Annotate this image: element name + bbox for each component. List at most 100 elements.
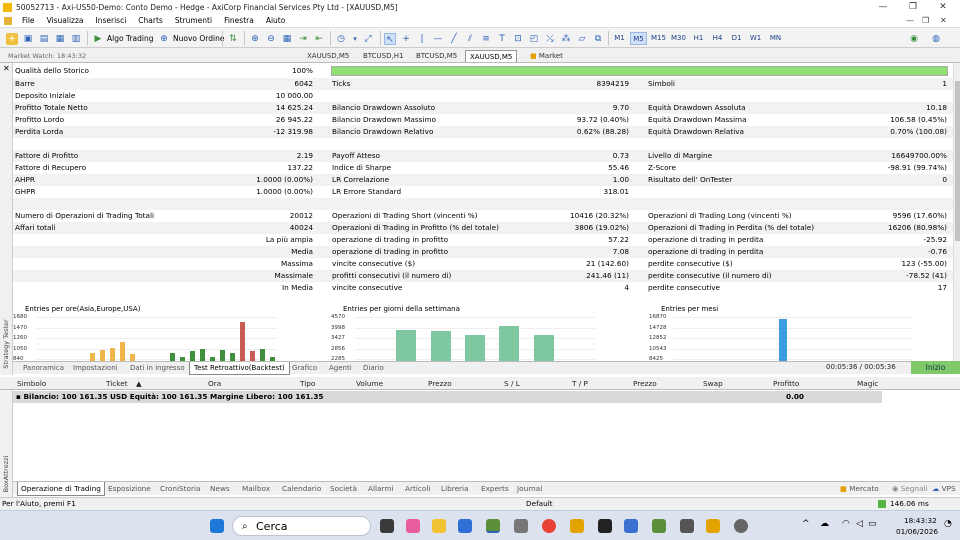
cloud-icon[interactable]: ☁ — [820, 519, 829, 529]
timeframe-h1[interactable]: H1 — [690, 32, 707, 45]
tab-mailbox[interactable]: Mailbox — [239, 482, 273, 496]
calculator-icon[interactable] — [514, 519, 528, 533]
label-icon[interactable]: ⊡ — [512, 31, 524, 46]
settings-gear-icon[interactable] — [734, 519, 748, 533]
metatrader4-icon[interactable] — [706, 519, 720, 533]
indicators-icon[interactable]: ⁂ — [560, 31, 572, 46]
algo-trading-button[interactable]: ▶ Algo Trading — [92, 31, 154, 46]
zoom-in-icon[interactable]: ⊕ — [249, 31, 261, 46]
fibonacci-icon[interactable]: ≡ — [480, 31, 492, 46]
chevron-up-icon[interactable]: ^ — [802, 519, 810, 529]
cursor-icon[interactable]: ↖ — [384, 31, 396, 46]
shapes-icon[interactable]: ◰ — [528, 31, 540, 46]
tab-overview[interactable]: Panoramica — [19, 362, 68, 375]
col-sl[interactable]: S / L — [504, 377, 520, 390]
menu-tools[interactable]: Strumenti — [169, 15, 218, 27]
navigator-icon[interactable]: ▦ — [54, 31, 66, 46]
volume-icon[interactable]: ◁ — [856, 519, 863, 529]
channel-icon[interactable]: ⫽ — [464, 31, 476, 46]
vps-link[interactable]: ☁ VPS — [929, 482, 959, 496]
close-tester-icon[interactable]: ✕ — [3, 64, 10, 73]
chart-tab-market[interactable]: ■ Market — [526, 50, 567, 62]
col-price[interactable]: Prezzo — [428, 377, 452, 390]
chart-tab-xauusd-m5-active[interactable]: XAUUSD,M5 — [465, 50, 518, 62]
tab-calendar[interactable]: Calendario — [279, 482, 324, 496]
timeframe-d1[interactable]: D1 — [728, 32, 745, 45]
col-type[interactable]: Tipo — [300, 377, 315, 390]
chart-tab-xauusd-m5[interactable]: XAUUSD,M5 — [303, 50, 353, 62]
clock-date[interactable]: 01/06/2026 — [896, 527, 938, 536]
menu-file[interactable]: File — [16, 15, 41, 27]
timeframe-m1[interactable]: M1 — [611, 32, 628, 45]
maximize-icon[interactable]: ❐ — [900, 0, 926, 15]
tab-inputs[interactable]: Dati in ingresso — [126, 362, 189, 375]
tab-news[interactable]: News — [207, 482, 233, 496]
edge-icon[interactable] — [458, 519, 472, 533]
clock-time[interactable]: 18:43:32 — [904, 516, 937, 525]
timeframe-m5[interactable]: M5 — [630, 32, 647, 45]
copilot-icon[interactable] — [406, 519, 420, 533]
templates-icon[interactable]: ▱ — [576, 31, 588, 46]
tab-alerts[interactable]: Allarmi — [365, 482, 397, 496]
tile-windows-icon[interactable]: ▦ — [281, 31, 293, 46]
fullscreen-icon[interactable]: ⤢ — [362, 31, 374, 46]
metatrader2-icon[interactable] — [570, 519, 584, 533]
timeframe-m30[interactable]: M30 — [670, 32, 687, 45]
tab-history[interactable]: CroniStoria — [157, 482, 204, 496]
chevron-down-icon[interactable]: ▾ — [349, 31, 361, 46]
text-icon[interactable]: T — [496, 31, 508, 46]
report-scrollbar-thumb[interactable] — [955, 81, 960, 241]
timeframe-mn[interactable]: MN — [767, 32, 784, 45]
start-button[interactable]: Inizio — [911, 361, 960, 374]
profiles-icon[interactable]: ▣ — [22, 31, 34, 46]
zoom-out-icon[interactable]: ⊖ — [265, 31, 277, 46]
metatrader-icon[interactable] — [486, 519, 500, 533]
menu-insert[interactable]: Inserisci — [90, 15, 133, 27]
tab-graph[interactable]: Grafico — [288, 362, 321, 375]
tab-trade[interactable]: Operazione di Trading — [17, 482, 105, 496]
one-click-icon[interactable]: ⇅ — [227, 31, 239, 46]
chart-tab-btcusd-h1[interactable]: BTCUSD,H1 — [359, 50, 407, 62]
col-tp[interactable]: T / P — [572, 377, 588, 390]
col-ticket[interactable]: Ticket — [106, 377, 128, 390]
col-profit[interactable]: Profitto — [773, 377, 799, 390]
taskbar-search[interactable]: ⌕ Cerca — [232, 516, 371, 536]
signal-icon[interactable]: ◉ — [908, 31, 920, 46]
col-swap[interactable]: Swap — [703, 377, 723, 390]
minimize-icon[interactable]: — — [870, 0, 896, 15]
autoscroll-icon[interactable]: ⇤ — [313, 31, 325, 46]
objects-icon[interactable]: ⧉ — [592, 31, 604, 46]
battery-icon[interactable]: ▭ — [868, 519, 877, 529]
col-symbol[interactable]: Simbolo — [17, 377, 46, 390]
tab-articles[interactable]: Articoli — [402, 482, 433, 496]
tab-agents[interactable]: Agenti — [325, 362, 356, 375]
chrome-icon[interactable] — [542, 519, 556, 533]
vertical-line-icon[interactable]: | — [416, 31, 428, 46]
signals-link[interactable]: ◉ Segnali — [889, 482, 931, 496]
crosshair-icon[interactable]: + — [400, 31, 412, 46]
timeframe-m15[interactable]: M15 — [650, 32, 667, 45]
tab-experts[interactable]: Experts — [478, 482, 512, 496]
wifi-icon[interactable]: ◠ — [842, 519, 850, 529]
task-view-icon[interactable] — [380, 519, 394, 533]
mdi-close-icon[interactable]: ✕ — [940, 15, 947, 27]
tradingview-icon[interactable] — [598, 519, 612, 533]
timeframe-h4[interactable]: H4 — [709, 32, 726, 45]
chart-tab-btcusd-m5[interactable]: BTCUSD,M5 — [412, 50, 461, 62]
col-volume[interactable]: Volume — [356, 377, 383, 390]
periods-icon[interactable]: ◷ — [335, 31, 347, 46]
report-scrollbar[interactable] — [953, 63, 960, 361]
community-icon[interactable]: ◍ — [930, 31, 942, 46]
metatrader3-icon[interactable] — [652, 519, 666, 533]
menu-view[interactable]: Visualizza — [41, 15, 90, 27]
col-current-price[interactable]: Prezzo — [633, 377, 657, 390]
market-watch-icon[interactable]: ▤ — [38, 31, 50, 46]
close-icon[interactable]: ✕ — [930, 0, 956, 15]
col-time[interactable]: Ora — [208, 377, 221, 390]
tab-backtest[interactable]: Test Retroattivo(Backtest) — [189, 362, 290, 375]
tab-journal[interactable]: Diario — [359, 362, 388, 375]
horizontal-line-icon[interactable]: — — [432, 31, 444, 46]
menu-charts[interactable]: Charts — [132, 15, 169, 27]
tab-settings[interactable]: Impostazioni — [69, 362, 122, 375]
mdi-restore-icon[interactable]: ❐ — [922, 15, 929, 27]
